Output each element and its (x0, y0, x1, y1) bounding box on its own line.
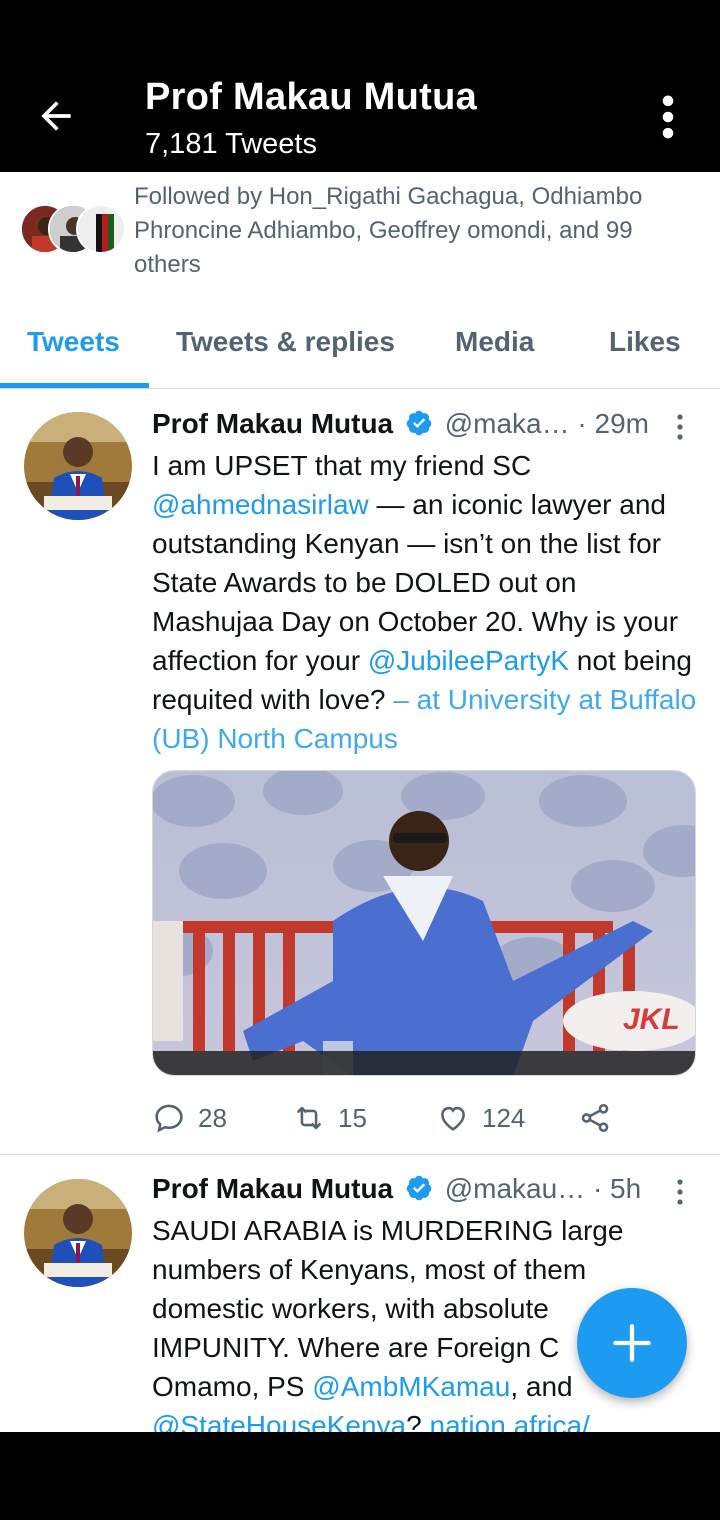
timeline: Followed by Hon_Rigathi Gachagua, Odhiam… (0, 172, 720, 1432)
author-handle: @maka… (444, 408, 570, 439)
mention-link[interactable]: @JubileePartyK (368, 645, 569, 676)
tweet-more-icon[interactable] (668, 1177, 692, 1207)
system-navigation-bar (0, 1432, 720, 1520)
author-name[interactable]: Prof Makau Mutua (152, 1173, 393, 1204)
share-button[interactable] (578, 1098, 612, 1138)
tweet-header: Prof Makau Mutua @maka… · 29m (152, 408, 712, 448)
compose-tweet-button[interactable] (577, 1288, 687, 1398)
reply-count: 28 (198, 1102, 227, 1133)
share-icon (581, 1103, 609, 1133)
tweet-actions: 28 15 124 (152, 1098, 672, 1138)
like-button[interactable]: 124 (436, 1098, 525, 1138)
avatar[interactable] (24, 412, 132, 520)
tweet-media-photo[interactable]: JKL (152, 770, 696, 1076)
avatar[interactable] (24, 1179, 132, 1287)
more-vertical-icon[interactable] (650, 92, 686, 142)
verified-badge-icon (406, 410, 432, 436)
reply-icon (155, 1104, 183, 1133)
profile-header: Prof Makau Mutua 7,181 Tweets (0, 0, 720, 172)
mention-link[interactable]: @ahmednasirlaw (152, 489, 369, 520)
url-link[interactable]: nation.africa/ (430, 1410, 590, 1432)
tweet-text-segment: , and (510, 1371, 573, 1402)
tweet-text: SAUDI ARABIA is MURDERING large numbers … (152, 1211, 652, 1432)
arrow-left-icon[interactable] (34, 94, 78, 138)
tweet-time[interactable]: · 29m (577, 408, 649, 439)
tweet-text-segment: Omamo, PS (152, 1371, 313, 1402)
tab-tweets-replies[interactable]: Tweets & replies (176, 326, 395, 358)
follower-avatar (76, 204, 126, 254)
tab-likes[interactable]: Likes (609, 326, 681, 358)
verified-badge-icon (406, 1175, 432, 1201)
followed-by-section[interactable]: Followed by Hon_Rigathi Gachagua, Odhiam… (20, 176, 710, 286)
author-name[interactable]: Prof Makau Mutua (152, 408, 393, 439)
tweet-text: I am UPSET that my friend SC @ahmednasir… (152, 446, 702, 758)
tweet-more-icon[interactable] (668, 412, 692, 442)
tab-media[interactable]: Media (455, 326, 534, 358)
followed-by-text: Followed by Hon_Rigathi Gachagua, Odhiam… (134, 183, 643, 278)
author-handle: @makau… (444, 1173, 586, 1204)
retweet-icon (297, 1106, 321, 1130)
tweet[interactable]: Prof Makau Mutua @maka… · 29m I am UPSET… (0, 390, 720, 1154)
tweet-text-segment: SAUDI ARABIA is MURDERING large numbers … (152, 1215, 624, 1363)
retweet-count: 15 (338, 1102, 367, 1133)
media-watermark-text: JKL (623, 1003, 680, 1036)
profile-tabs: Tweets Tweets & replies Media Likes (0, 312, 720, 389)
active-tab-indicator (0, 383, 149, 388)
plus-icon (613, 1324, 651, 1362)
tweet-text-segment: I am UPSET that my friend SC (152, 450, 532, 481)
page-title: Prof Makau Mutua (145, 76, 478, 118)
mention-link[interactable]: @AmbMKamau (312, 1371, 510, 1402)
tweet-time[interactable]: · 5h (593, 1173, 641, 1204)
app-root: Prof Makau Mutua 7,181 Tweets Followed b… (0, 0, 720, 1520)
tweet-count: 7,181 Tweets (145, 128, 317, 160)
like-count: 124 (482, 1102, 526, 1133)
tweet-header: Prof Makau Mutua @makau… · 5h (152, 1173, 712, 1213)
reply-button[interactable]: 28 (152, 1098, 227, 1138)
heart-icon (441, 1106, 465, 1131)
tweet-text-segment: ? (406, 1410, 430, 1432)
tab-tweets[interactable]: Tweets (27, 326, 120, 358)
retweet-button[interactable]: 15 (292, 1098, 367, 1138)
mention-link[interactable]: @StateHouseKenya (152, 1410, 406, 1432)
